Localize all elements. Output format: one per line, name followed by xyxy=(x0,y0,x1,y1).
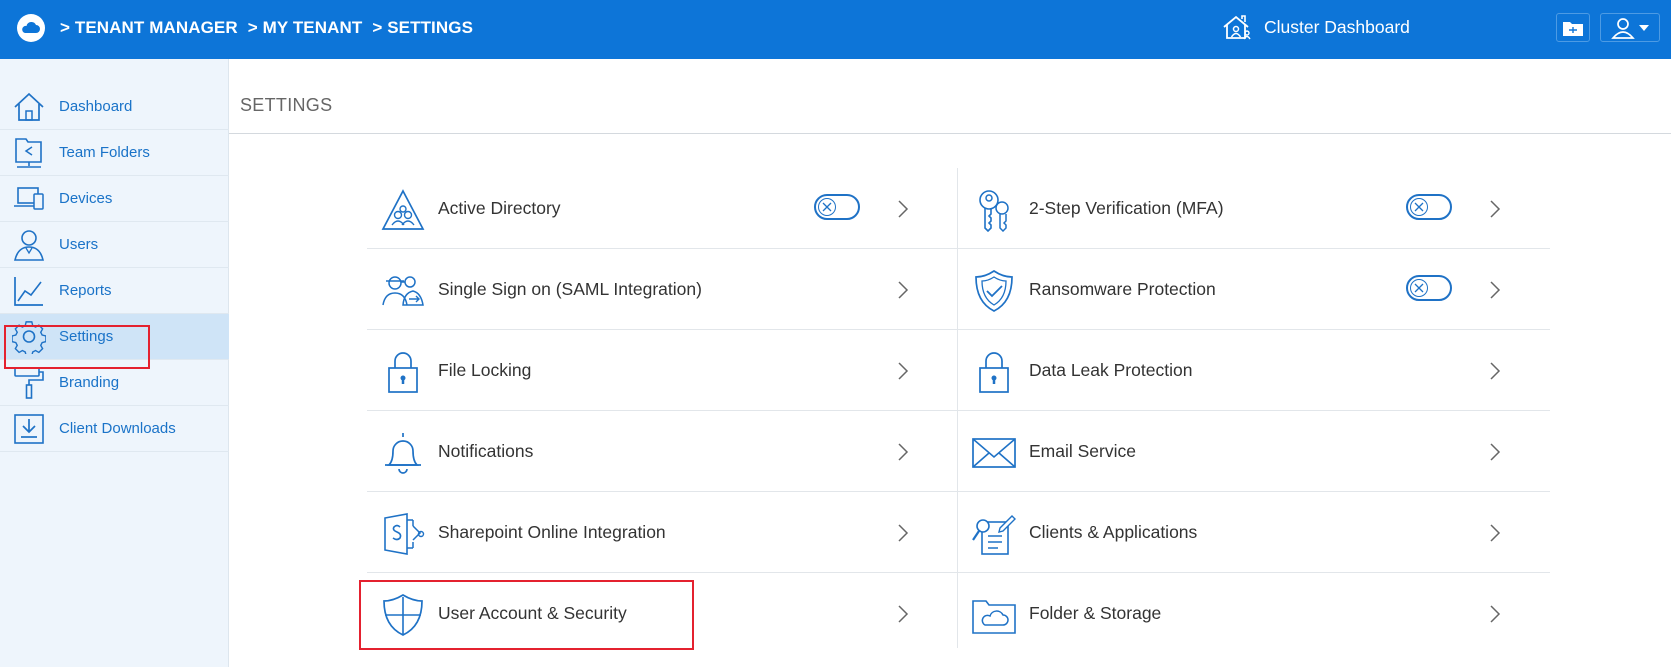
row-label: File Locking xyxy=(438,360,532,380)
sharepoint-icon xyxy=(384,513,425,555)
sidebar-item-devices[interactable]: Devices xyxy=(0,176,229,222)
sidebar-item-users[interactable]: Users xyxy=(0,222,229,268)
row-label: Folder & Storage xyxy=(1029,603,1162,623)
sidebar-item-label: Client Downloads xyxy=(59,420,176,437)
x-icon xyxy=(822,202,832,212)
row-label: Notifications xyxy=(438,441,534,461)
page-title: SETTINGS xyxy=(240,95,333,115)
chevron-right-icon xyxy=(898,281,909,299)
toggle-off-knob xyxy=(1410,198,1428,216)
settings-row-folder-storage[interactable]: Folder & Storage xyxy=(958,573,1550,654)
cluster-dashboard-link[interactable]: Cluster Dashboard xyxy=(1222,14,1410,40)
row-label: Data Leak Protection xyxy=(1029,360,1193,380)
row-label: Sharepoint Online Integration xyxy=(438,522,666,542)
settings-row-data-leak-protection[interactable]: Data Leak Protection xyxy=(958,330,1550,411)
active-directory-toggle[interactable] xyxy=(814,194,860,220)
title-divider xyxy=(229,133,1671,134)
chevron-right-icon xyxy=(1490,200,1501,218)
sidebar-item-label: Reports xyxy=(59,282,112,299)
sso-icon xyxy=(382,276,424,306)
chevron-right-icon xyxy=(898,605,909,623)
reports-icon xyxy=(14,277,43,306)
settings-row-notifications[interactable]: Notifications xyxy=(367,411,957,492)
ransomware-toggle[interactable] xyxy=(1406,275,1452,301)
toggle-off-knob xyxy=(1410,279,1428,297)
home-icon xyxy=(14,92,44,121)
settings-row-clients-applications[interactable]: Clients & Applications xyxy=(958,492,1550,573)
settings-row-sharepoint[interactable]: Sharepoint Online Integration xyxy=(367,492,957,573)
sidebar-item-client-downloads[interactable]: Client Downloads xyxy=(0,406,229,452)
chevron-right-icon xyxy=(1490,605,1501,623)
chevron-right-icon xyxy=(898,443,909,461)
breadcrumb: > TENANT MANAGER > MY TENANT > SETTINGS xyxy=(60,18,473,38)
cluster-dashboard-label: Cluster Dashboard xyxy=(1264,16,1410,37)
file-browser-button[interactable] xyxy=(1556,13,1590,42)
paint-roller-icon xyxy=(14,367,44,399)
chevron-right-icon xyxy=(1490,281,1501,299)
chevron-right-icon xyxy=(1490,362,1501,380)
chevron-right-icon xyxy=(1490,524,1501,542)
settings-row-file-locking[interactable]: File Locking xyxy=(367,330,957,411)
active-directory-icon xyxy=(381,189,425,230)
sidebar-item-label: Dashboard xyxy=(59,98,133,115)
settings-row-sso[interactable]: Single Sign on (SAML Integration) xyxy=(367,249,957,330)
shield-check-icon xyxy=(975,269,1013,312)
sidebar-item-team-folders[interactable]: Team Folders xyxy=(0,130,229,176)
bell-icon xyxy=(385,433,421,474)
settings-row-ransomware-protection[interactable]: Ransomware Protection xyxy=(958,249,1550,330)
sidebar-item-dashboard[interactable]: Dashboard xyxy=(0,84,229,130)
breadcrumb-tenant-manager[interactable]: > TENANT MANAGER xyxy=(60,18,238,38)
breadcrumb-settings: > SETTINGS xyxy=(372,18,474,37)
x-icon xyxy=(1414,202,1424,212)
sidebar-item-label: Team Folders xyxy=(59,144,150,161)
user-menu-button[interactable] xyxy=(1600,13,1660,42)
devices-icon xyxy=(14,187,44,210)
chevron-right-icon xyxy=(898,200,909,218)
settings-row-active-directory[interactable]: Active Directory xyxy=(367,168,957,249)
row-label: Active Directory xyxy=(438,198,561,218)
row-label: 2-Step Verification (MFA) xyxy=(1029,198,1224,218)
lock-icon xyxy=(388,352,418,393)
app-logo[interactable] xyxy=(17,14,45,42)
mfa-toggle[interactable] xyxy=(1406,194,1452,220)
user-account-icon xyxy=(1611,17,1635,39)
chevron-down-icon xyxy=(1639,24,1649,31)
x-icon xyxy=(1414,283,1424,293)
chevron-right-icon xyxy=(898,362,909,380)
settings-row-2-step-verification[interactable]: 2-Step Verification (MFA) xyxy=(958,168,1550,249)
team-folders-icon xyxy=(15,138,42,168)
sidebar-item-label: Users xyxy=(59,236,99,253)
row-label: Ransomware Protection xyxy=(1029,279,1216,299)
row-label: Clients & Applications xyxy=(1029,522,1198,542)
sidebar-item-reports[interactable]: Reports xyxy=(0,268,229,314)
folder-icon xyxy=(1563,21,1583,36)
user-icon xyxy=(13,230,45,261)
download-icon xyxy=(14,414,44,444)
lock-icon xyxy=(979,352,1009,393)
row-label: Email Service xyxy=(1029,441,1136,461)
folder-cloud-icon xyxy=(972,600,1016,634)
envelope-icon xyxy=(972,438,1016,468)
chevron-right-icon xyxy=(1490,443,1501,461)
top-bar: > TENANT MANAGER > MY TENANT > SETTINGS … xyxy=(0,0,1671,59)
settings-highlight-box xyxy=(4,325,150,369)
cloud-logo-icon xyxy=(22,21,40,33)
cluster-house-icon xyxy=(1223,15,1251,40)
sidebar-item-label: Devices xyxy=(59,190,113,207)
user-account-security-highlight-box xyxy=(359,580,694,650)
row-label: Single Sign on (SAML Integration) xyxy=(438,279,702,299)
chevron-right-icon xyxy=(898,524,909,542)
clients-apps-icon xyxy=(972,515,1016,555)
settings-row-email-service[interactable]: Email Service xyxy=(958,411,1550,492)
breadcrumb-my-tenant[interactable]: > MY TENANT xyxy=(248,18,363,38)
keys-icon xyxy=(979,190,1009,232)
sidebar-item-label: Branding xyxy=(59,374,120,391)
toggle-off-knob xyxy=(818,198,836,216)
